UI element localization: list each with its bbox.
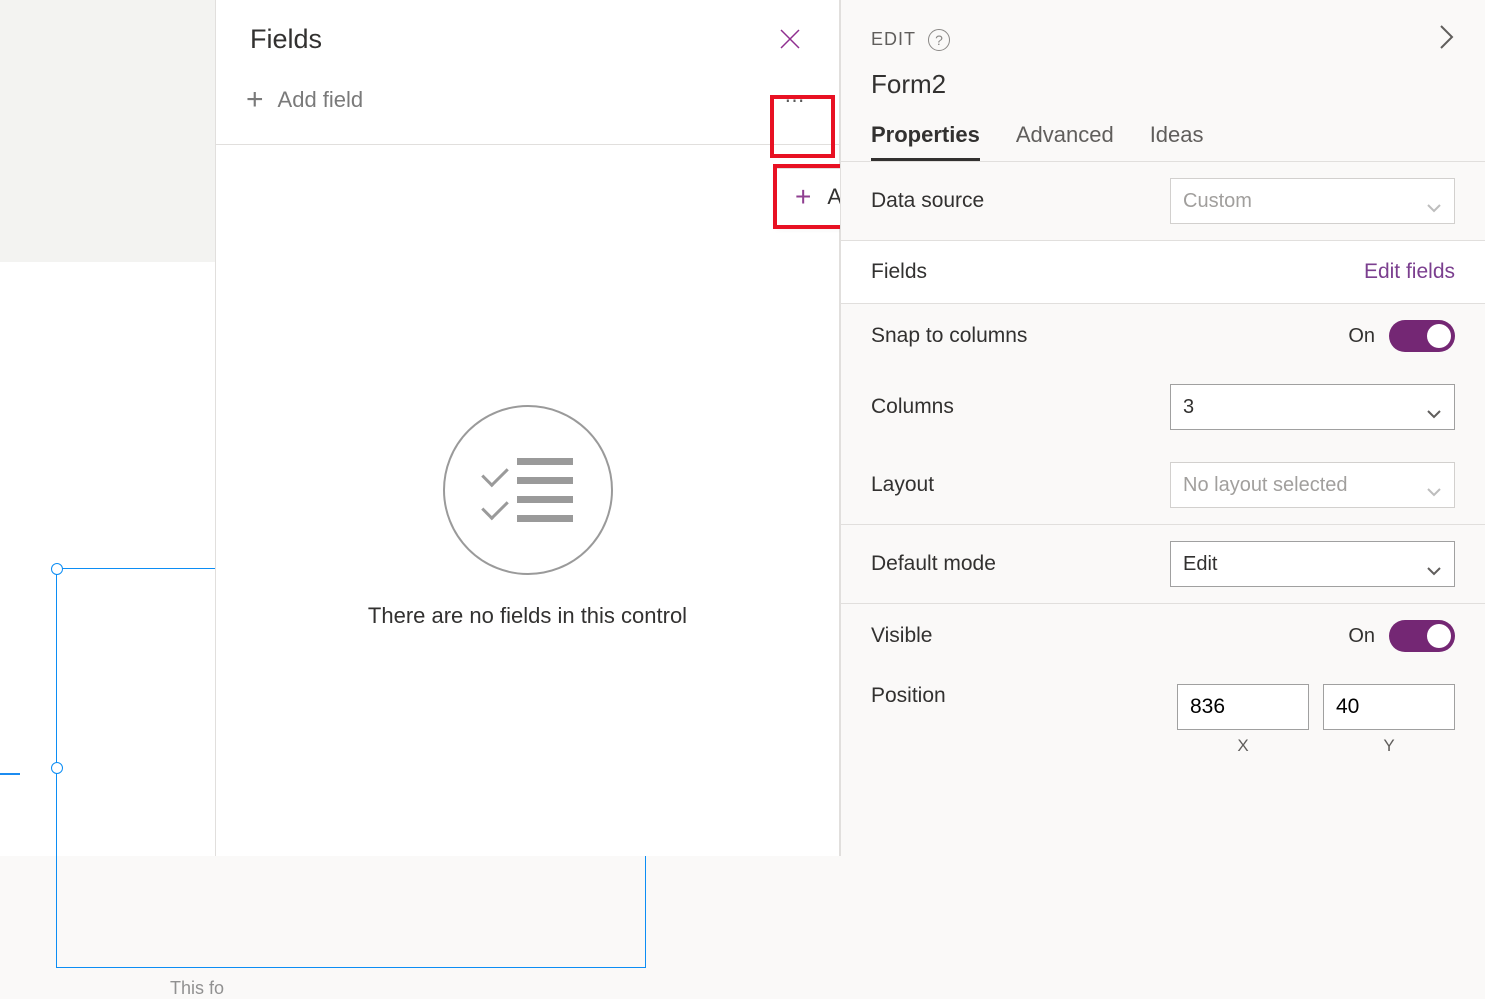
plus-icon: + [795,181,811,213]
chevron-down-icon [1426,402,1442,412]
default-mode-label: Default mode [871,552,996,576]
resize-handle-tl[interactable] [51,563,63,575]
empty-state-text: There are no fields in this control [368,603,687,629]
properties-header: EDIT ? [841,0,1485,55]
prop-row-default-mode: Default mode Edit [841,525,1485,603]
empty-state-icon [443,405,613,575]
close-fields-panel-button[interactable] [773,22,807,56]
selected-control-name: Form2 [841,55,1485,100]
layout-label: Layout [871,473,934,497]
position-label: Position [871,684,946,708]
columns-dropdown[interactable]: 3 [1170,384,1455,430]
position-y-label: Y [1383,736,1394,756]
visible-label: Visible [871,624,932,648]
position-x-input[interactable] [1177,684,1309,730]
prop-row-data-source: Data source Custom [841,162,1485,240]
tab-advanced[interactable]: Advanced [1016,122,1114,161]
tab-properties[interactable]: Properties [871,122,980,161]
position-y-input[interactable] [1323,684,1455,730]
layout-dropdown[interactable]: No layout selected [1170,462,1455,508]
data-source-dropdown[interactable]: Custom [1170,178,1455,224]
columns-value: 3 [1183,396,1194,419]
guide-line [0,773,20,775]
fields-panel-header: Fields [216,0,839,78]
add-field-label: Add field [278,87,364,113]
prop-row-layout: Layout No layout selected [841,446,1485,524]
properties-tabs: Properties Advanced Ideas [841,100,1485,162]
ellipsis-icon: ⋯ [785,88,808,113]
snap-toggle-state: On [1348,325,1375,348]
default-mode-dropdown[interactable]: Edit [1170,541,1455,587]
canvas-area: This fo [0,0,215,856]
add-field-button[interactable]: + Add field [246,85,363,115]
chevron-right-icon [1439,24,1455,50]
default-mode-value: Edit [1183,553,1217,576]
prop-row-visible: Visible On [841,604,1485,668]
canvas-white-region: This fo [0,262,215,856]
prop-row-snap-columns: Snap to columns On [841,304,1485,368]
add-field-row: + Add field ⋯ [216,78,839,145]
prop-row-position: Position X Y [841,668,1485,772]
chevron-down-icon [1426,559,1442,569]
fields-label: Fields [871,260,927,284]
fields-panel: Fields + Add field ⋯ [215,0,840,856]
fields-panel-title: Fields [250,24,322,55]
fields-empty-state: There are no fields in this control [216,405,839,629]
plus-icon: + [246,85,264,115]
chevron-down-icon [1426,196,1442,206]
prop-row-fields: Fields Edit fields [841,241,1485,303]
edit-mode-label: EDIT [871,29,916,50]
tab-ideas[interactable]: Ideas [1150,122,1204,161]
more-options-button[interactable]: ⋯ [771,78,821,122]
chevron-down-icon [1426,480,1442,490]
snap-to-columns-label: Snap to columns [871,324,1027,348]
data-source-value: Custom [1183,190,1252,213]
visible-toggle[interactable] [1389,620,1455,652]
collapse-pane-button[interactable] [1439,24,1455,55]
help-icon[interactable]: ? [928,29,950,51]
position-x-label: X [1237,736,1248,756]
close-icon [779,28,801,50]
prop-row-columns: Columns 3 [841,368,1485,446]
layout-value: No layout selected [1183,474,1348,497]
properties-pane: EDIT ? Form2 Properties Advanced Ideas D… [840,0,1485,856]
edit-fields-link[interactable]: Edit fields [1364,260,1455,284]
resize-handle-ml[interactable] [51,762,63,774]
canvas-empty-hint: This fo [170,978,224,999]
data-source-label: Data source [871,189,984,213]
snap-to-columns-toggle[interactable] [1389,320,1455,352]
visible-toggle-state: On [1348,625,1375,648]
columns-label: Columns [871,395,954,419]
